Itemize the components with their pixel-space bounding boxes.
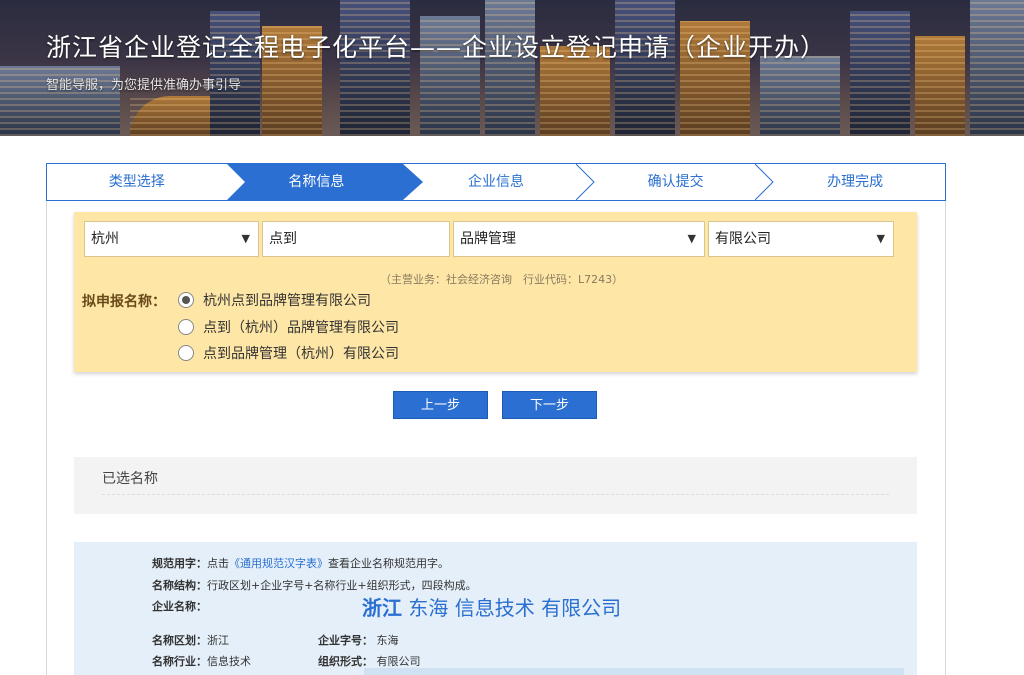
guide-decoration-bar <box>364 668 904 675</box>
guide-example-label: 企业名称： <box>152 600 207 613</box>
guide-industry-item: 名称行业：信息技术 <box>152 653 251 669</box>
radio-icon[interactable] <box>178 319 194 335</box>
guide-industry-label: 名称行业： <box>152 655 207 668</box>
divider <box>102 494 889 495</box>
example-region: 浙江 <box>362 596 402 620</box>
guide-standard-row: 规范用字：点击《通用规范汉字表》查看企业名称规范用字。 <box>152 555 449 571</box>
step-label: 办理完成 <box>827 174 884 190</box>
skyline-building <box>850 11 910 136</box>
guide-brand-value: 东海 <box>376 634 399 647</box>
page-title: 浙江省企业登记全程电子化平台——企业设立登记申请（企业开办） <box>46 33 827 62</box>
step-label: 确认提交 <box>647 174 704 190</box>
header-banner: 浙江省企业登记全程电子化平台——企业设立登记申请（企业开办） 智能导服，为您提供… <box>0 0 1024 136</box>
org-form-select[interactable]: 有限公司 ▼ <box>708 221 894 257</box>
page-subtitle: 智能导服，为您提供准确办事引导 <box>46 78 242 93</box>
step-label: 企业信息 <box>467 174 524 190</box>
guide-structure-row: 名称结构：行政区划+企业字号+名称行业+组织形式，四段构成。 <box>152 577 477 593</box>
chevron-right-icon <box>575 164 595 200</box>
name-option-3[interactable]: 点到品牌管理（杭州）有限公司 <box>178 343 399 363</box>
industry-hint: （主营业务：社会经济咨询 行业代码：L7243） <box>380 273 624 286</box>
skyline-building <box>340 0 410 136</box>
example-company-name: 浙江 东海 信息技术 有限公司 <box>362 592 621 621</box>
guide-example-row: 企业名称： <box>152 598 207 614</box>
name-option-label: 点到品牌管理（杭州）有限公司 <box>203 346 399 362</box>
proposed-name-label: 拟申报名称： <box>82 294 166 310</box>
chevron-right-icon <box>396 164 415 200</box>
step-company-info: 企业信息 <box>396 164 586 200</box>
example-org-form: 有限公司 <box>541 596 622 620</box>
radio-selected-icon[interactable] <box>178 292 194 308</box>
step-confirm-submit: 确认提交 <box>575 164 766 200</box>
org-form-select-value: 有限公司 <box>715 231 771 247</box>
step-progress-bar: 类型选择 名称信息 企业信息 确认提交 办理完成 <box>46 163 946 201</box>
guide-standard-post: 查看企业名称规范用字。 <box>328 557 449 570</box>
industry-select[interactable]: 品牌管理 ▼ <box>453 221 705 257</box>
brand-input[interactable]: 点到 <box>262 221 450 257</box>
step-label: 名称信息 <box>288 174 345 190</box>
guide-region-item: 名称区划：浙江 <box>152 632 229 648</box>
standard-chars-link[interactable]: 《通用规范汉字表》 <box>229 557 328 570</box>
skyline-building <box>760 56 840 136</box>
step-complete: 办理完成 <box>755 164 945 200</box>
step-type-selection: 类型选择 <box>47 164 227 200</box>
guide-org-value: 有限公司 <box>376 655 421 668</box>
guide-org-item: 组织形式： 有限公司 <box>318 653 421 669</box>
radio-icon[interactable] <box>178 345 194 361</box>
name-selection-panel: 杭州 ▼ 点到 品牌管理 ▼ 有限公司 ▼ （主营业务：社会经济咨询 行业代码：… <box>74 212 917 372</box>
example-brand: 东海 <box>408 596 449 620</box>
step-label: 类型选择 <box>108 174 165 190</box>
skyline-building <box>615 0 675 136</box>
chevron-right-icon <box>755 164 775 200</box>
name-option-label: 杭州点到品牌管理有限公司 <box>203 293 371 309</box>
skyline-building <box>970 0 1024 136</box>
guide-region-value: 浙江 <box>207 634 229 647</box>
prev-step-button[interactable]: 上一步 <box>393 391 488 419</box>
example-industry: 信息技术 <box>454 596 535 620</box>
step-name-info: 名称信息 <box>227 164 407 200</box>
selected-names-label: 已选名称 <box>102 471 158 487</box>
guide-brand-label: 企业字号： <box>318 634 373 647</box>
guide-org-label: 组织形式： <box>318 655 373 668</box>
name-option-2[interactable]: 点到（杭州）品牌管理有限公司 <box>178 317 399 337</box>
guide-structure-label: 名称结构： <box>152 579 207 592</box>
naming-guide-panel: 规范用字：点击《通用规范汉字表》查看企业名称规范用字。 名称结构：行政区划+企业… <box>74 542 917 675</box>
region-select-value: 杭州 <box>91 231 119 247</box>
region-select[interactable]: 杭州 ▼ <box>84 221 259 257</box>
dropdown-arrow-icon: ▼ <box>876 232 885 245</box>
skyline-building <box>915 36 965 136</box>
name-option-1[interactable]: 杭州点到品牌管理有限公司 <box>178 290 371 310</box>
selected-names-panel: 已选名称 <box>74 457 917 514</box>
dropdown-arrow-icon: ▼ <box>241 232 250 245</box>
guide-industry-value: 信息技术 <box>207 655 251 668</box>
guide-region-label: 名称区划： <box>152 634 207 647</box>
dropdown-arrow-icon: ▼ <box>687 232 696 245</box>
skyline-building <box>485 0 535 136</box>
brand-input-value: 点到 <box>269 231 297 247</box>
guide-brand-item: 企业字号： 东海 <box>318 632 399 648</box>
guide-standard-label: 规范用字： <box>152 557 207 570</box>
guide-structure-text: 行政区划+企业字号+名称行业+组织形式，四段构成。 <box>207 579 477 592</box>
next-step-button[interactable]: 下一步 <box>502 391 597 419</box>
guide-standard-pre: 点击 <box>207 557 229 570</box>
industry-select-value: 品牌管理 <box>460 231 516 247</box>
name-option-label: 点到（杭州）品牌管理有限公司 <box>203 320 399 336</box>
